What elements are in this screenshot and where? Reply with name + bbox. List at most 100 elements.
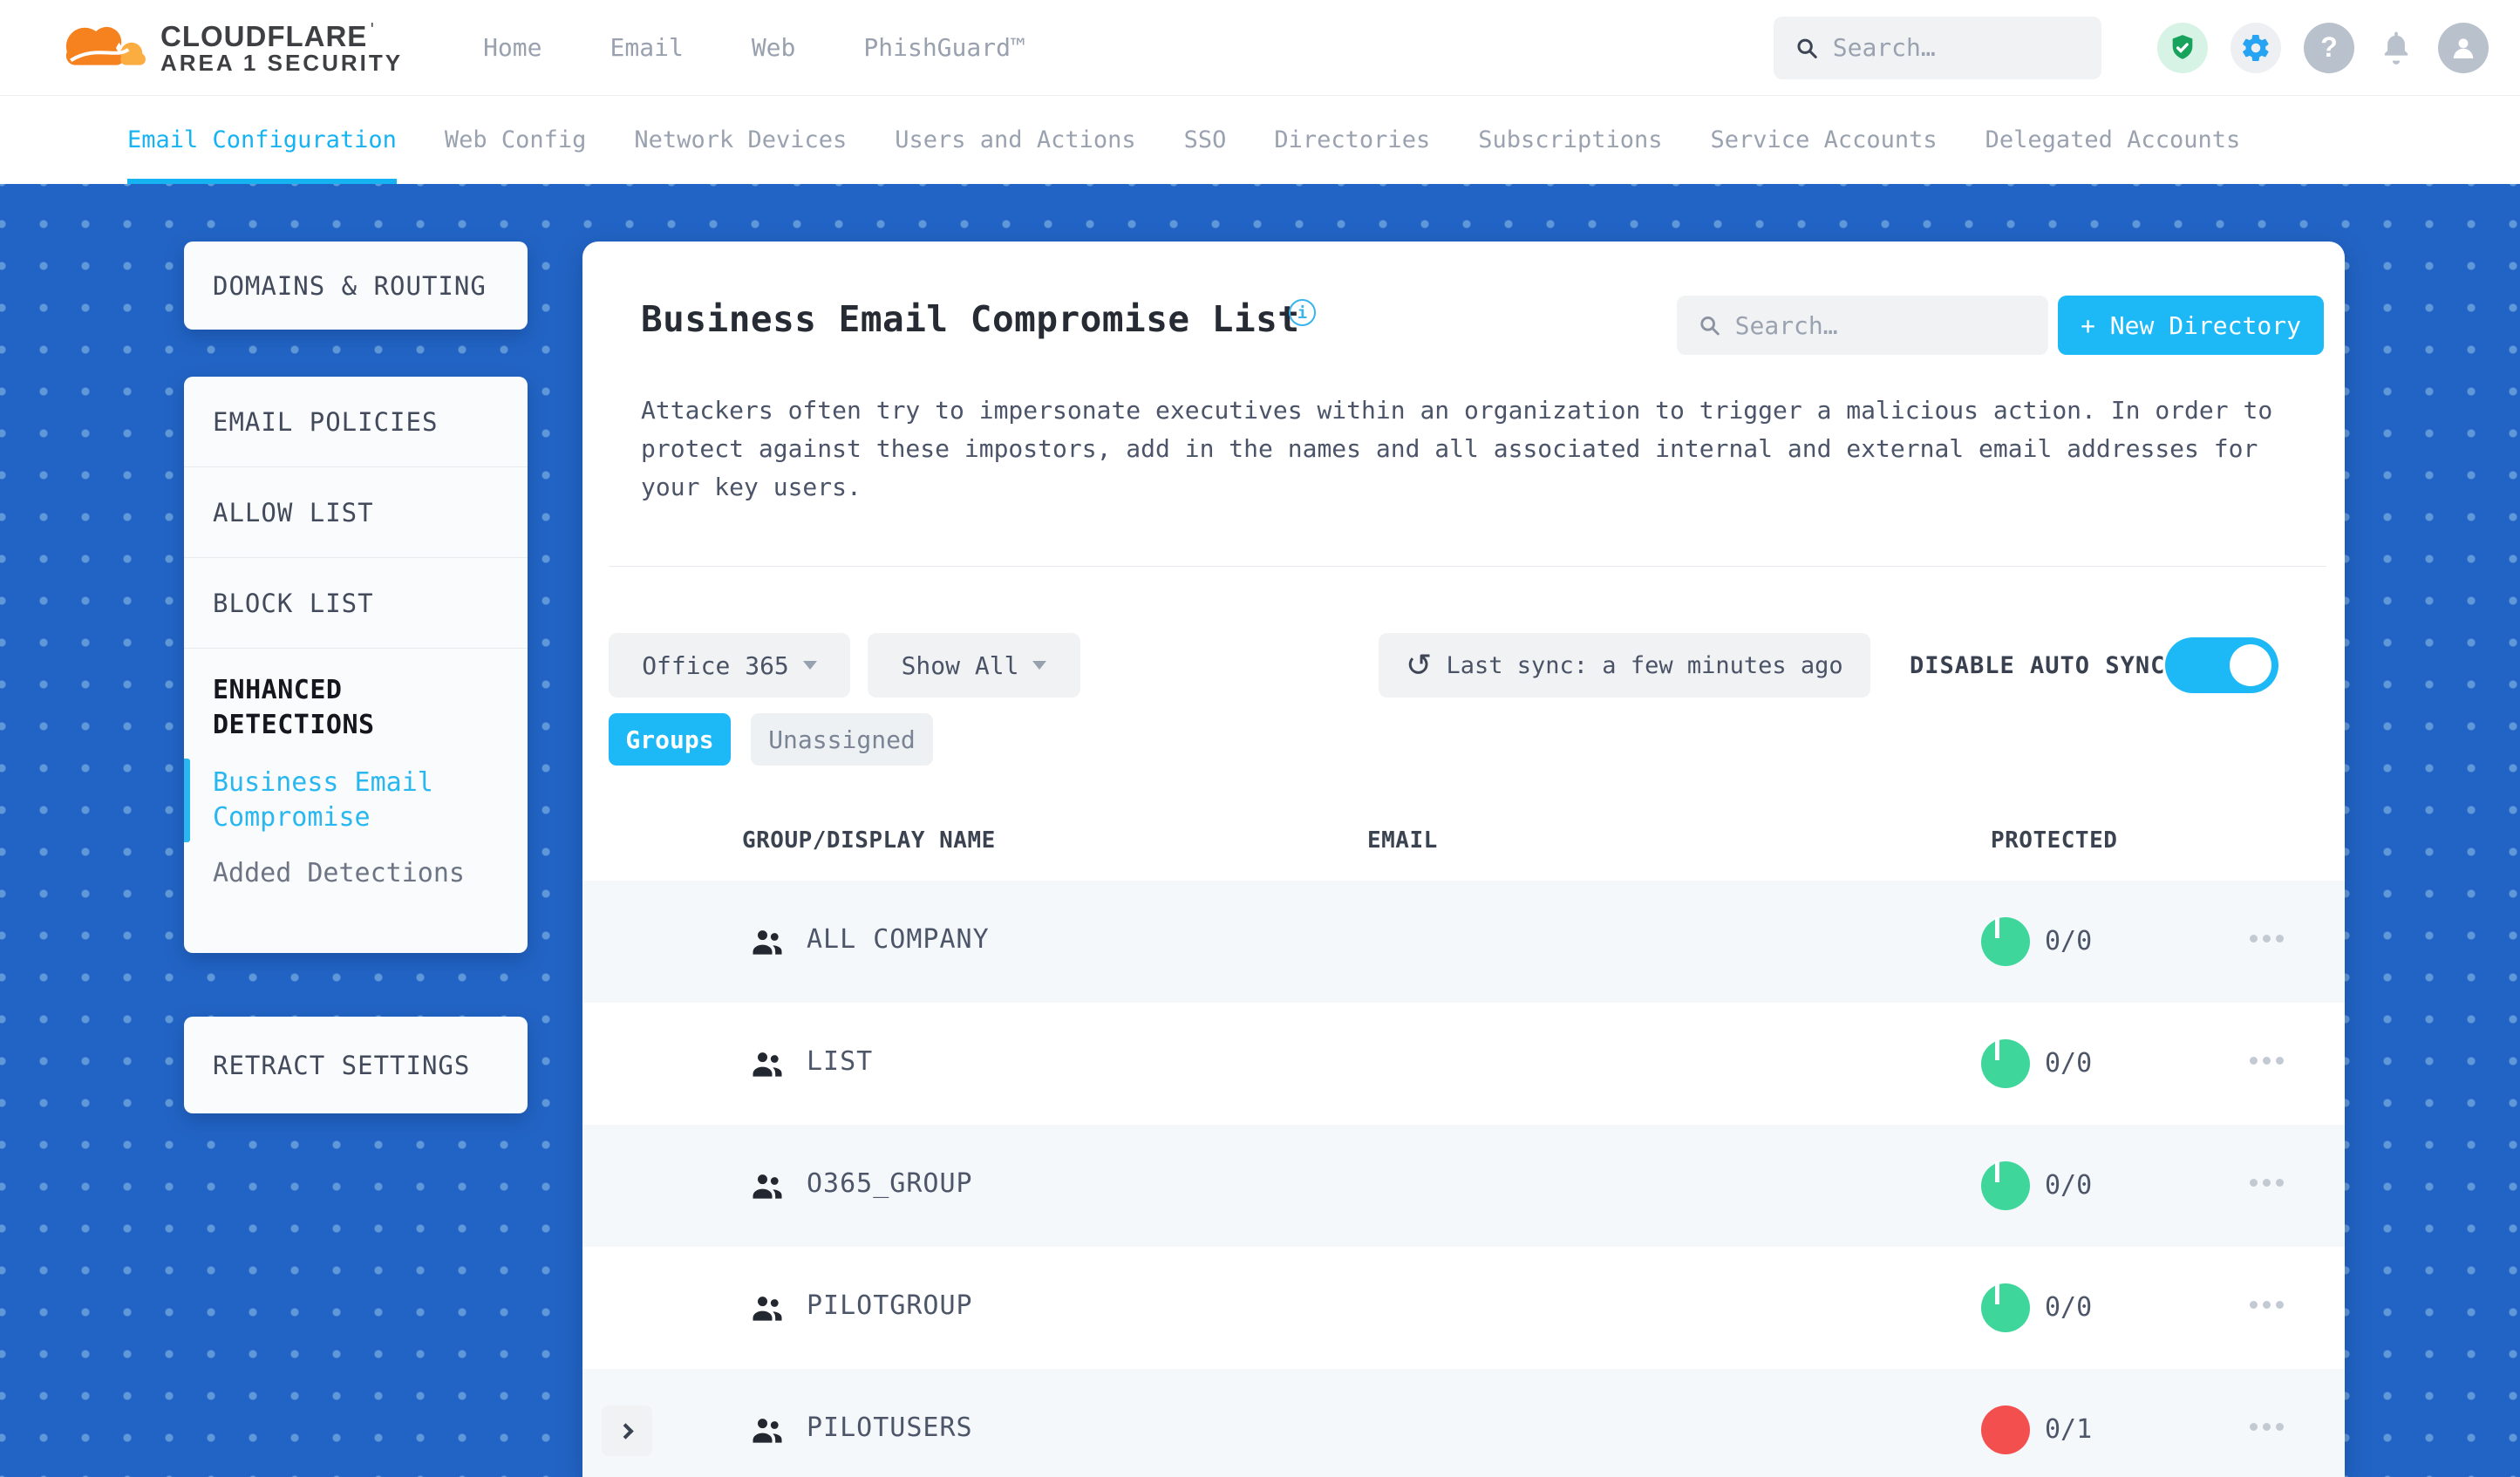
protection-status-button[interactable] — [2157, 22, 2208, 73]
cloudflare-logo[interactable]: CLOUDFLARE' AREA 1 SECURITY — [51, 17, 403, 79]
info-icon[interactable]: i — [1289, 299, 1316, 326]
sidebar-section-enhanced-detections: ENHANCED DETECTIONS Business Email Compr… — [184, 649, 528, 888]
tab-service-accounts[interactable]: Service Accounts — [1711, 96, 1938, 184]
tab-email-configuration[interactable]: Email Configuration — [127, 96, 397, 184]
gear-icon — [2243, 34, 2269, 61]
section-tabbar: Email Configuration Web Config Network D… — [0, 96, 2520, 184]
chevron-down-icon — [1032, 661, 1047, 670]
group-icon — [753, 930, 782, 955]
group-name: LIST — [807, 1046, 874, 1077]
expand-row-button[interactable] — [602, 1406, 652, 1456]
protected-status-icon — [1981, 1161, 2030, 1210]
show-filter-value: Show All — [901, 650, 1019, 680]
last-sync-text: Last sync: a few minutes ago — [1446, 651, 1843, 679]
protected-count: 0/0 — [2045, 1170, 2093, 1201]
tab-directories[interactable]: Directories — [1274, 96, 1430, 184]
page-title: Business Email Compromise List — [641, 298, 1300, 340]
nav-home[interactable]: Home — [483, 33, 541, 62]
groups-table: ALL COMPANY 0/0 LIST 0/0 O365_GROUP 0/0 … — [582, 881, 2345, 1477]
email-policies-label: EMAIL POLICIES — [213, 406, 439, 437]
protected-status-icon — [1981, 917, 2030, 966]
nav-email[interactable]: Email — [610, 33, 684, 62]
tab-users-and-actions[interactable]: Users and Actions — [895, 96, 1135, 184]
nav-phishguard[interactable]: PhishGuard™ — [863, 33, 1025, 62]
group-icon — [753, 1052, 782, 1077]
sidebar-item-business-email-compromise[interactable]: Business Email Compromise — [184, 759, 501, 842]
directory-search[interactable] — [1677, 296, 2048, 355]
protected-count: 0/0 — [2045, 926, 2093, 956]
brand-name: CLOUDFLARE — [160, 19, 368, 52]
table-row[interactable]: PILOTUSERS 0/1 — [582, 1369, 2345, 1477]
chevron-down-icon — [802, 661, 817, 670]
view-tab-groups[interactable]: Groups — [609, 713, 731, 766]
sidebar-item-block-list[interactable]: BLOCK LIST — [184, 558, 528, 649]
toggle-knob — [2230, 644, 2271, 686]
group-icon — [753, 1174, 782, 1199]
directory-search-input[interactable] — [1734, 310, 2027, 340]
table-row[interactable]: ALL COMPANY 0/0 — [582, 881, 2345, 1003]
protected-count: 0/0 — [2045, 1048, 2093, 1079]
tab-delegated-accounts[interactable]: Delegated Accounts — [1985, 96, 2241, 184]
new-directory-button[interactable]: + New Directory — [2058, 296, 2324, 355]
view-tab-unassigned[interactable]: Unassigned — [751, 713, 933, 766]
sidebar-item-email-policies[interactable]: EMAIL POLICIES — [184, 377, 528, 467]
row-menu-button[interactable] — [2250, 1423, 2284, 1431]
protected-status-icon — [1981, 1283, 2030, 1332]
col-email: EMAIL — [1367, 827, 1438, 854]
sidebar-item-added-detections[interactable]: Added Detections — [213, 858, 501, 888]
col-group-display-name: GROUP/DISPLAY NAME — [742, 827, 996, 854]
notifications-bell-icon[interactable] — [2377, 27, 2415, 69]
protected-status-icon — [1981, 1406, 2030, 1454]
sidebar-item-retract-settings[interactable]: RETRACT SETTINGS — [184, 1017, 528, 1113]
group-name: PILOTUSERS — [807, 1412, 973, 1443]
auto-sync-toggle[interactable] — [2165, 637, 2278, 693]
table-header: GROUP/DISPLAY NAME EMAIL PROTECTED — [582, 827, 2345, 880]
directory-filter-dropdown[interactable]: Office 365 — [609, 633, 850, 698]
row-menu-button[interactable] — [2250, 1301, 2284, 1309]
user-avatar[interactable] — [2438, 22, 2489, 73]
group-icon — [753, 1419, 782, 1443]
question-mark-icon: ? — [2320, 31, 2338, 63]
help-button[interactable]: ? — [2304, 22, 2354, 73]
enhanced-detections-label[interactable]: ENHANCED DETECTIONS — [213, 673, 501, 743]
top-right-cluster: ? — [1774, 16, 2489, 79]
show-filter-dropdown[interactable]: Show All — [868, 633, 1080, 698]
protected-count: 0/1 — [2045, 1414, 2093, 1445]
page-description: Attackers often try to impersonate execu… — [641, 396, 2273, 501]
last-sync-button[interactable]: ↻ Last sync: a few minutes ago — [1379, 633, 1870, 698]
chevron-right-icon — [616, 1422, 634, 1440]
sidebar-item-domains-routing[interactable]: DOMAINS & ROUTING — [184, 242, 528, 330]
group-name: O365_GROUP — [807, 1168, 973, 1199]
table-row[interactable]: LIST 0/0 — [582, 1003, 2345, 1125]
tab-subscriptions[interactable]: Subscriptions — [1478, 96, 1662, 184]
retract-settings-label: RETRACT SETTINGS — [213, 1050, 471, 1080]
brand-subtitle: AREA 1 SECURITY — [160, 50, 404, 77]
protected-status-icon — [1981, 1039, 2030, 1088]
nav-web[interactable]: Web — [752, 33, 796, 62]
table-row[interactable]: PILOTGROUP 0/0 — [582, 1247, 2345, 1369]
sync-icon: ↻ — [1406, 647, 1433, 684]
main-panel: Business Email Compromise List i + New D… — [582, 242, 2345, 1477]
global-search[interactable] — [1774, 16, 2101, 79]
settings-button[interactable] — [2231, 22, 2281, 73]
disable-auto-sync-label: DISABLE AUTO SYNC — [1910, 651, 2166, 679]
domains-routing-label: DOMAINS & ROUTING — [213, 270, 487, 301]
sidebar-policies-card: EMAIL POLICIES ALLOW LIST BLOCK LIST ENH… — [184, 377, 528, 953]
row-menu-button[interactable] — [2250, 1179, 2284, 1187]
person-icon — [2453, 37, 2474, 58]
sidebar-item-allow-list[interactable]: ALLOW LIST — [184, 467, 528, 558]
row-menu-button[interactable] — [2250, 1057, 2284, 1065]
row-menu-button[interactable] — [2250, 935, 2284, 943]
divider — [609, 566, 2326, 567]
group-icon — [753, 1297, 782, 1321]
top-bar: CLOUDFLARE' AREA 1 SECURITY Home Email W… — [0, 0, 2520, 96]
tab-web-config[interactable]: Web Config — [445, 96, 587, 184]
global-search-input[interactable] — [1832, 33, 2081, 62]
allow-list-label: ALLOW LIST — [213, 497, 374, 528]
protected-count: 0/0 — [2045, 1292, 2093, 1323]
group-name: ALL COMPANY — [807, 924, 990, 955]
tab-sso[interactable]: SSO — [1184, 96, 1227, 184]
tab-network-devices[interactable]: Network Devices — [634, 96, 847, 184]
table-row[interactable]: O365_GROUP 0/0 — [582, 1125, 2345, 1247]
cloudflare-cloud-icon — [65, 26, 146, 65]
